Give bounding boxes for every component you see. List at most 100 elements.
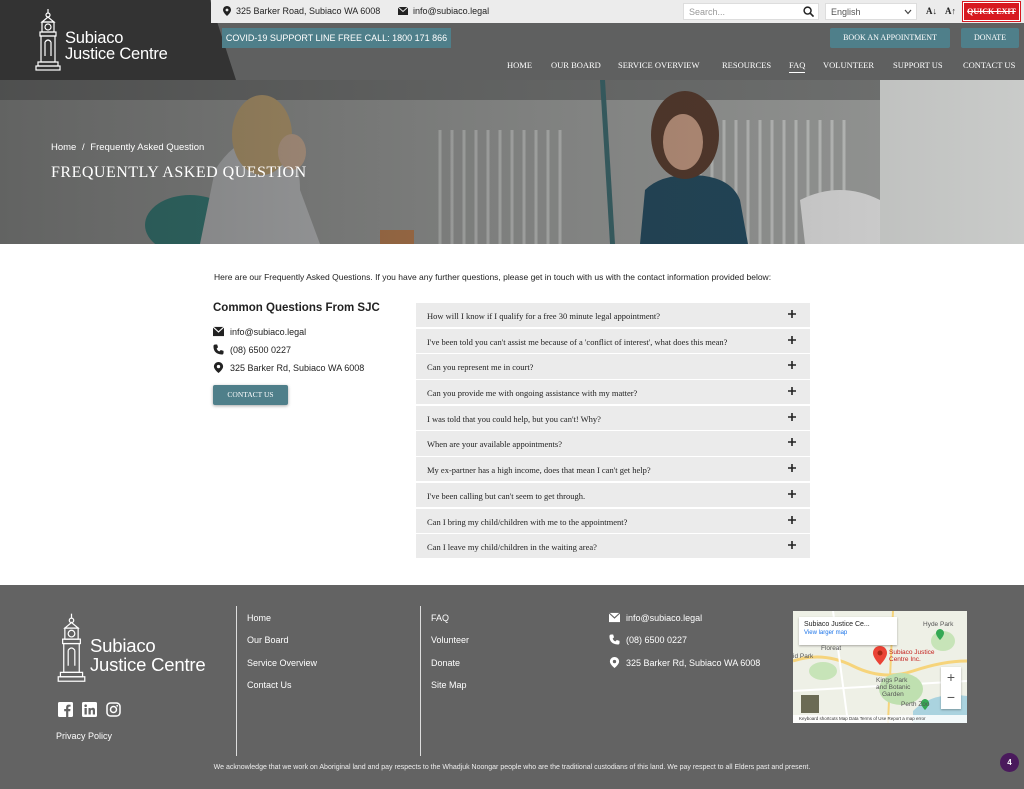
footer-phone-text: (08) 6500 0227 (626, 634, 688, 645)
nav-resources[interactable]: RESOURCES (722, 60, 771, 70)
plus-icon[interactable] (787, 489, 797, 499)
faq-item[interactable]: I've been calling but can't seem to get … (416, 482, 810, 508)
envelope-icon (398, 7, 408, 15)
book-appointment-button[interactable]: BOOK AN APPOINTMENT (830, 28, 950, 48)
faq-item[interactable]: When are your available appointments? (416, 431, 810, 456)
topbar-address-text: 325 Barker Road, Subiaco WA 6008 (236, 6, 381, 16)
faq-item[interactable]: Can I leave my child/children in the wai… (416, 534, 810, 559)
faq-item[interactable]: Can you represent me in court? (416, 354, 810, 379)
map-label: and Botanic (876, 684, 911, 691)
contact-us-button[interactable]: CONTACT US (213, 385, 288, 405)
font-increase-button[interactable]: A↑ (945, 6, 956, 16)
sidebar-heading: Common Questions From SJC (213, 302, 380, 314)
logo-text[interactable]: Subiaco Justice Centre (65, 30, 168, 63)
clock-tower-logo-icon[interactable] (56, 611, 87, 685)
plus-icon[interactable] (787, 386, 797, 396)
faq-item[interactable]: How will I know if I qualify for a free … (416, 303, 810, 328)
topbar-address: 325 Barker Road, Subiaco WA 6008 (223, 6, 380, 16)
breadcrumb-current: Frequently Asked Question (90, 142, 205, 153)
facebook-icon[interactable] (58, 702, 73, 717)
plus-icon[interactable] (787, 515, 797, 525)
nav-home[interactable]: HOME (507, 60, 532, 70)
plus-icon[interactable] (787, 360, 797, 370)
search-input[interactable]: Search... (683, 3, 819, 20)
font-decrease-button[interactable]: A↓ (926, 6, 937, 16)
instagram-icon[interactable] (106, 702, 121, 717)
map-label: Perth Zoo (901, 701, 930, 708)
map-zoom-controls: + − (941, 667, 961, 709)
topbar-email[interactable]: info@subiaco.legal (398, 6, 489, 16)
view-larger-map-link[interactable]: View larger map (804, 630, 892, 636)
language-select[interactable]: English (825, 3, 917, 20)
clock-tower-logo-icon[interactable] (34, 8, 62, 72)
covid-support-line[interactable]: COVID-19 SUPPORT LINE FREE CALL: 1800 17… (222, 28, 451, 48)
page-title: FREQUENTLY ASKED QUESTION (51, 164, 307, 181)
intro-text: Here are our Frequently Asked Questions.… (214, 272, 772, 282)
donate-button[interactable]: DONATE (961, 28, 1019, 48)
breadcrumb-home[interactable]: Home (51, 142, 76, 153)
map-attribution[interactable]: Keyboard shortcuts Map Data Terms of Use… (793, 715, 967, 723)
site-header: Subiaco Justice Centre 325 Barker Road, … (0, 0, 1024, 80)
privacy-policy-link[interactable]: Privacy Policy (56, 731, 112, 741)
acknowledgement-of-country: We acknowledge that we work on Aborigina… (213, 764, 811, 771)
footer-link-home[interactable]: Home (247, 613, 271, 623)
faq-question: Can I leave my child/children in the wai… (427, 542, 597, 553)
sidebar-email[interactable]: info@subiaco.legal (213, 326, 306, 337)
map-place-title: Subiaco Justice Ce... (804, 621, 870, 628)
faq-accordion: How will I know if I qualify for a free … (416, 303, 810, 560)
footer-link-volunteer[interactable]: Volunteer (431, 635, 469, 645)
faq-item[interactable]: I was told that you could help, but you … (416, 405, 810, 431)
footer-logo-text[interactable]: Subiaco Justice Centre (90, 636, 206, 674)
faq-question: How will I know if I qualify for a free … (427, 311, 660, 321)
nav-contact-us[interactable]: CONTACT US (963, 60, 1015, 70)
search-icon[interactable] (803, 6, 814, 17)
footer-link-donate[interactable]: Donate (431, 658, 460, 668)
footer-divider (420, 606, 421, 756)
nav-support-us[interactable]: SUPPORT US (893, 60, 943, 70)
footer-link-contact-us[interactable]: Contact Us (247, 680, 292, 690)
plus-icon[interactable] (787, 463, 797, 473)
embedded-map[interactable]: Subiaco Justice Ce... View larger map Su… (793, 611, 967, 723)
hero-banner: Home / Frequently Asked Question FREQUEN… (0, 80, 1024, 244)
footer-phone[interactable]: (08) 6500 0227 (609, 634, 687, 645)
faq-item[interactable]: Can you provide me with ongoing assistan… (416, 380, 810, 405)
faq-question: I've been calling but can't seem to get … (427, 490, 586, 501)
faq-question: I was told that you could help, but you … (427, 413, 601, 424)
plus-icon[interactable] (787, 437, 797, 447)
sidebar-phone[interactable]: (08) 6500 0227 (213, 344, 291, 355)
hero-overlay (0, 80, 1024, 244)
plus-icon[interactable] (787, 540, 797, 550)
sidebar-phone-text: (08) 6500 0227 (230, 344, 292, 355)
notification-badge[interactable]: 4 (1000, 753, 1019, 772)
nav-volunteer[interactable]: VOLUNTEER (823, 60, 874, 70)
footer-link-faq[interactable]: FAQ (431, 613, 449, 623)
zoom-out-button[interactable]: − (941, 687, 961, 707)
phone-icon (609, 634, 620, 645)
faq-question: I've been told you can't assist me becau… (427, 336, 728, 347)
language-value: English (831, 7, 861, 17)
faq-item[interactable]: My ex-partner has a high income, does th… (416, 457, 810, 482)
footer-link-service-overview[interactable]: Service Overview (247, 658, 317, 668)
faq-item[interactable]: Can I bring my child/children with me to… (416, 508, 810, 533)
footer-email[interactable]: info@subiaco.legal (609, 612, 702, 623)
search-placeholder: Search... (689, 7, 726, 17)
nav-service-overview[interactable]: SERVICE OVERVIEW (618, 60, 700, 70)
nav-our-board[interactable]: OUR BOARD (551, 60, 601, 70)
plus-icon[interactable] (787, 335, 797, 345)
quick-exit-button[interactable]: QUICK EXIT (962, 1, 1021, 22)
plus-icon[interactable] (787, 309, 797, 319)
sidebar-address-text: 325 Barker Rd, Subiaco WA 6008 (230, 362, 365, 373)
plus-icon[interactable] (787, 412, 797, 422)
envelope-icon (213, 326, 224, 337)
faq-item[interactable]: I've been told you can't assist me becau… (416, 328, 810, 353)
linkedin-icon[interactable] (82, 702, 97, 717)
zoom-in-button[interactable]: + (941, 667, 961, 687)
map-label: Garden (882, 691, 904, 698)
sidebar-email-text: info@subiaco.legal (230, 326, 307, 337)
faq-question: Can you represent me in court? (427, 362, 534, 373)
footer-link-our-board[interactable]: Our Board (247, 635, 289, 645)
map-pin-label: Centre Inc. (889, 656, 921, 663)
faq-question: Can I bring my child/children with me to… (427, 516, 628, 527)
footer-link-site-map[interactable]: Site Map (431, 680, 467, 690)
nav-faq[interactable]: FAQ (789, 60, 806, 73)
